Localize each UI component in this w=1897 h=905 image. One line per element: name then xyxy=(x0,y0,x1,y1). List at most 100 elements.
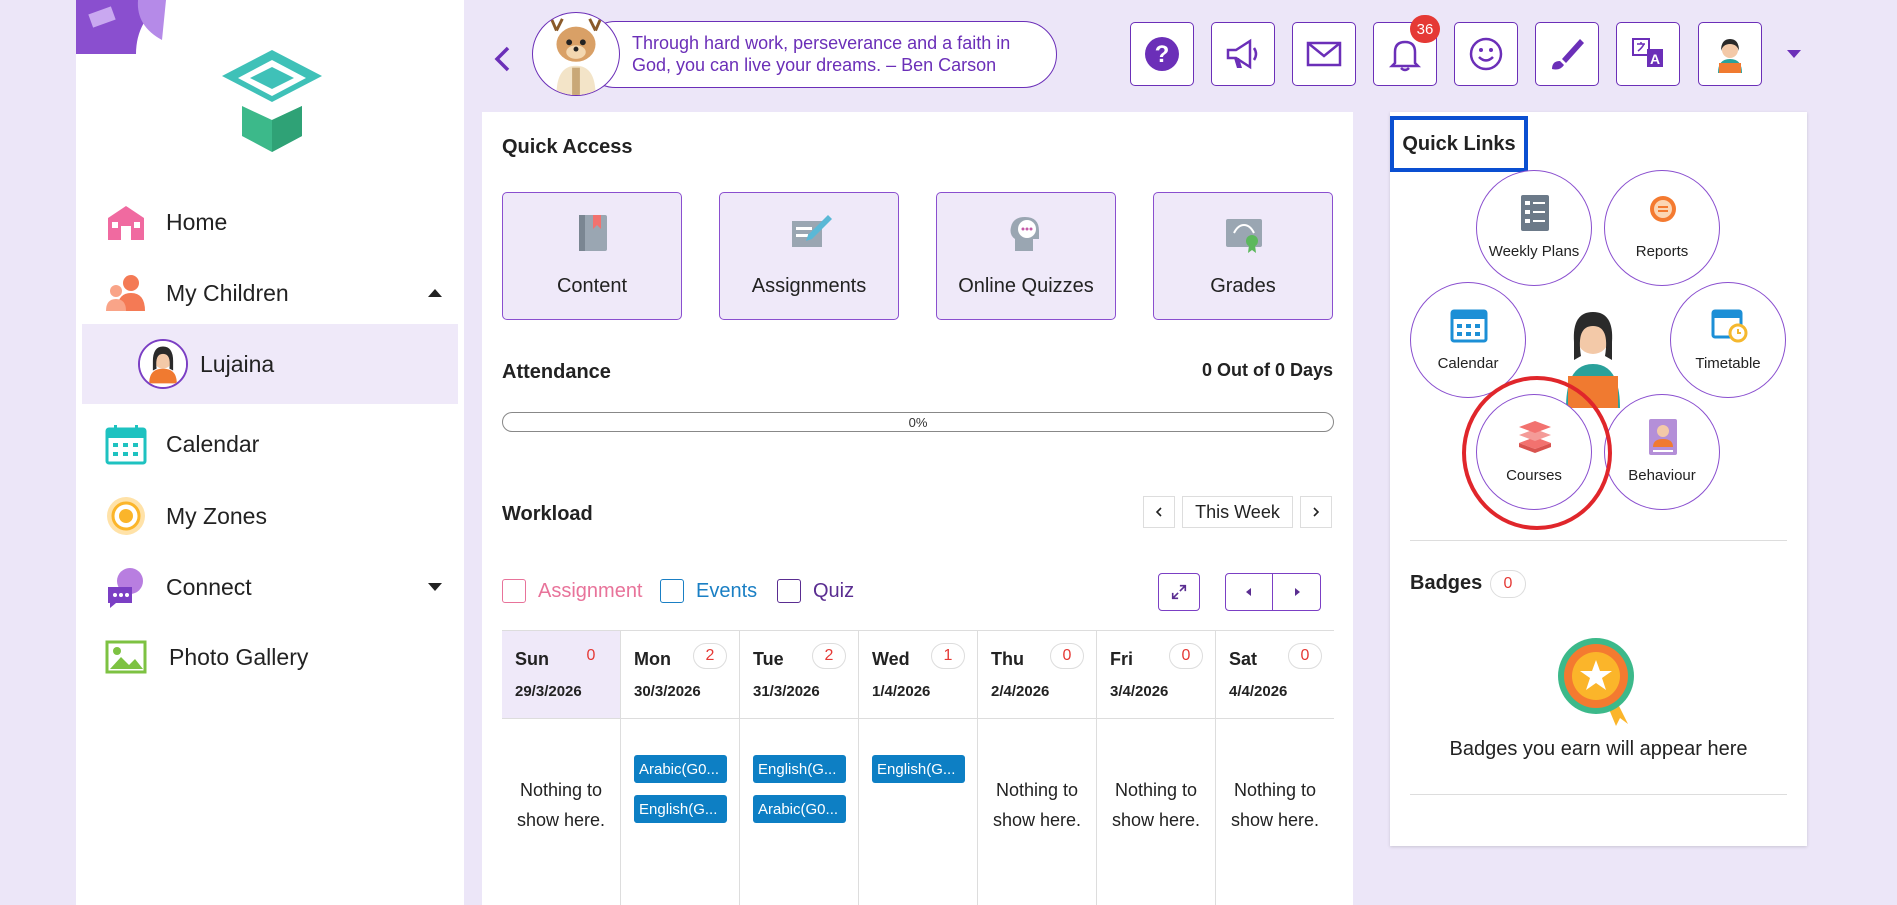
quick-access-title: Quick Access xyxy=(502,136,633,158)
quick-link-timetable[interactable]: Timetable xyxy=(1670,282,1786,398)
day-count-badge: 2 xyxy=(693,643,727,669)
day-count-badge: 0 xyxy=(586,647,596,664)
day-date: 4/4/2026 xyxy=(1229,683,1288,700)
theme-button[interactable] xyxy=(1535,22,1599,86)
day-date: 1/4/2026 xyxy=(872,683,931,700)
legend-label: Quiz xyxy=(813,579,855,602)
quick-link-calendar[interactable]: Calendar xyxy=(1410,282,1526,398)
event-chip[interactable]: Arabic(G0... xyxy=(753,795,846,823)
sidebar-item-my-zones[interactable]: My Zones xyxy=(76,480,464,552)
day-column-fri: Fri 0 3/4/2026 Nothing to show here. xyxy=(1097,631,1216,905)
day-column-sat: Sat 0 4/4/2026 Nothing to show here. xyxy=(1216,631,1334,905)
chevron-right-icon xyxy=(1313,507,1320,517)
day-column-mon: Mon 2 30/3/2026 Arabic(G0... English(G..… xyxy=(621,631,740,905)
svg-text:A: A xyxy=(1650,51,1660,67)
calendar-next-button[interactable] xyxy=(1273,574,1320,610)
feedback-button[interactable] xyxy=(1454,22,1518,86)
legend-checkbox[interactable] xyxy=(660,579,684,603)
day-name: Fri xyxy=(1110,649,1134,669)
legend-checkbox[interactable] xyxy=(502,579,526,603)
calendar-icon xyxy=(1450,309,1488,343)
help-button[interactable]: ? xyxy=(1130,22,1194,86)
quick-access-online-quizzes[interactable]: Online Quizzes xyxy=(936,192,1116,320)
profile-button[interactable] xyxy=(1698,22,1762,86)
sidebar-item-label: My Zones xyxy=(166,502,267,529)
courses-icon xyxy=(1519,421,1551,453)
sidebar-item-connect[interactable]: Connect xyxy=(76,551,464,623)
calendar-prev-button[interactable] xyxy=(1226,574,1273,610)
attendance-percent: 0% xyxy=(908,415,928,430)
announcement-icon xyxy=(1226,38,1258,70)
week-selector[interactable]: This Week xyxy=(1182,496,1293,528)
next-week-button[interactable] xyxy=(1300,496,1332,528)
sidebar-item-my-children[interactable]: My Children xyxy=(76,257,464,329)
day-header: Thu 0 2/4/2026 xyxy=(978,631,1096,719)
prev-week-button[interactable] xyxy=(1143,496,1175,528)
day-column-tue: Tue 2 31/3/2026 English(G... Arabic(G0..… xyxy=(740,631,859,905)
day-header: Mon 2 30/3/2026 xyxy=(621,631,739,719)
day-count-badge: 0 xyxy=(1050,643,1084,669)
sidebar-item-photo-gallery[interactable]: Photo Gallery xyxy=(76,621,464,693)
announcements-button[interactable] xyxy=(1211,22,1275,86)
medal-icon xyxy=(1558,638,1634,726)
legend-assignment[interactable]: Assignment xyxy=(502,579,643,603)
quiz-icon xyxy=(1010,217,1039,251)
day-date: 30/3/2026 xyxy=(634,683,701,700)
zones-icon xyxy=(107,497,145,535)
workload-title: Workload xyxy=(502,503,593,525)
profile-menu-caret-icon[interactable] xyxy=(1787,50,1801,58)
quick-access-assignments[interactable]: Assignments xyxy=(719,192,899,320)
quick-access-label: Assignments xyxy=(751,275,867,297)
right-card: Quick Links Weekly Plans Reports Calenda… xyxy=(1390,112,1807,846)
weekly-plans-icon xyxy=(1521,195,1549,231)
sidebar-item-calendar[interactable]: Calendar xyxy=(76,408,464,480)
quick-link-weekly-plans[interactable]: Weekly Plans xyxy=(1476,170,1592,286)
timetable-icon xyxy=(1711,309,1748,343)
quick-link-behaviour[interactable]: Behaviour xyxy=(1604,394,1720,510)
expand-button[interactable] xyxy=(1158,573,1200,611)
language-button[interactable]: A xyxy=(1616,22,1680,86)
chevron-left-icon xyxy=(1155,507,1162,517)
quick-link-reports[interactable]: Reports xyxy=(1604,170,1720,286)
chevron-up-icon[interactable] xyxy=(428,289,442,297)
expand-icon xyxy=(1171,584,1187,600)
event-chip[interactable]: Arabic(G0... xyxy=(634,755,727,783)
divider xyxy=(1410,540,1787,541)
quote-banner: Through hard work, perseverance and a fa… xyxy=(532,12,1057,96)
attendance-progress-bar: 0% xyxy=(502,412,1334,432)
quick-link-label: Calendar xyxy=(1437,355,1499,372)
smiley-icon xyxy=(1469,37,1503,71)
sidebar-item-label: Home xyxy=(166,208,228,235)
main-card: Quick Access Content Assignments Online … xyxy=(482,112,1353,905)
sidebar-item-label: Photo Gallery xyxy=(169,643,309,670)
connect-icon xyxy=(108,568,143,608)
day-header: Fri 0 3/4/2026 xyxy=(1097,631,1215,719)
sidebar-item-home[interactable]: Home xyxy=(76,186,464,258)
gallery-icon xyxy=(105,640,147,674)
legend-events[interactable]: Events xyxy=(660,579,757,603)
quick-access-content[interactable]: Content xyxy=(502,192,682,320)
event-chip[interactable]: English(G... xyxy=(634,795,727,823)
quick-access-grades[interactable]: Grades xyxy=(1153,192,1333,320)
mascot-avatar xyxy=(532,12,620,96)
day-name: Sat xyxy=(1229,649,1258,669)
day-header: Sat 0 4/4/2026 xyxy=(1216,631,1334,719)
legend-checkbox[interactable] xyxy=(777,579,801,603)
event-chip[interactable]: English(G... xyxy=(872,755,965,783)
legend-quiz[interactable]: Quiz xyxy=(777,579,854,603)
sidebar-child-item[interactable]: Lujaina xyxy=(82,324,458,404)
corner-ribbon-icon xyxy=(76,0,166,54)
empty-day-text: Nothing to show here. xyxy=(1230,780,1320,830)
quick-link-label: Weekly Plans xyxy=(1488,243,1580,260)
messages-button[interactable] xyxy=(1292,22,1356,86)
quick-links-title: Quick Links xyxy=(1390,116,1528,172)
children-icon xyxy=(106,275,145,311)
notifications-button[interactable]: 36 xyxy=(1373,15,1440,86)
chevron-left-icon[interactable] xyxy=(490,44,514,74)
empty-day-text: Nothing to show here. xyxy=(1111,780,1201,830)
chevron-down-icon[interactable] xyxy=(428,583,442,591)
quick-link-courses[interactable]: Courses xyxy=(1476,394,1592,510)
event-chip[interactable]: English(G... xyxy=(753,755,846,783)
app-logo[interactable] xyxy=(202,36,342,166)
reports-icon xyxy=(1650,196,1676,222)
